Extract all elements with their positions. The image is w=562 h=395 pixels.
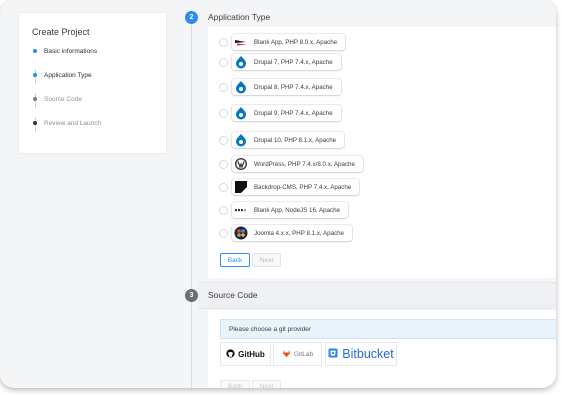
next-button[interactable]: Next [252,253,281,267]
radio-button[interactable] [219,228,228,238]
backdrop-icon [234,180,248,194]
app-option-button[interactable]: Blank App, PHP 8.0.x, Apache [232,34,346,50]
wordpress-icon [234,157,248,171]
app-option-label: Drupal 7, PHP 7.4.x, Apache [254,58,333,66]
steps-card: Create Project Basic informations Applic… [19,13,166,153]
app-option-drupal-7[interactable]: Drupal 7, PHP 7.4.x, Apache [219,54,341,70]
radio-button[interactable] [219,82,228,92]
step-dot [33,49,37,53]
app-option-label: WordPress, PHP 7.4.x/8.0.x, Apache [254,160,355,168]
app-option-button[interactable]: Backdrop-CMS, PHP 7.4.x, Apache [232,179,360,195]
app-option-button[interactable]: Drupal 7, PHP 7.4.x, Apache [232,54,341,70]
php-app-icon [234,35,248,49]
radio-button[interactable] [219,159,228,169]
app-option-drupal-8[interactable]: Drupal 8, PHP 7.4.x, Apache [219,79,341,95]
app-option-label: Blank App, NodeJS 16, Apache [254,206,340,214]
github-provider-button[interactable]: GitHub [220,342,271,366]
back-button[interactable]: Back [220,253,250,267]
joomla-icon [234,226,248,240]
bitbucket-provider-button[interactable]: Bitbucket [325,342,397,366]
app-option-wordpress[interactable]: WordPress, PHP 7.4.x/8.0.x, Apache [219,156,363,172]
gitlab-provider-button[interactable]: GitLab [273,342,322,366]
git-provider-prompt: Please choose a git provider [220,319,556,339]
app-option-label: Drupal 8, PHP 7.4.x, Apache [254,83,333,91]
application-type-title: Application Type [208,12,271,22]
app-option-blank-node[interactable]: Blank App, NodeJS 16, Apache [219,202,348,218]
app-option-label: Joomla 4.x.x, PHP 8.1.x, Apache [254,229,344,237]
step-label: Review and Launch [44,119,102,127]
app-option-button[interactable]: WordPress, PHP 7.4.x/8.0.x, Apache [232,156,363,172]
source-code-title: Source Code [208,290,258,300]
app-option-backdrop[interactable]: Backdrop-CMS, PHP 7.4.x, Apache [219,179,360,195]
app-option-blank-php[interactable]: Blank App, PHP 8.0.x, Apache [219,34,346,50]
step-review-and-launch[interactable]: Review and Launch [33,117,101,129]
step-basic-informations[interactable]: Basic informations [33,45,97,57]
app-option-label: Drupal 10, PHP 8.1.x, Apache [254,136,337,144]
drupal-icon [234,55,248,69]
app-option-label: Drupal 9, PHP 7.4.x, Apache [254,109,333,117]
app-option-drupal-10[interactable]: Drupal 10, PHP 8.1.x, Apache [219,132,345,148]
step-label: Application Type [44,71,92,79]
drupal-icon [234,80,248,94]
timeline-line [191,20,192,388]
step-number-badge: 2 [185,11,198,24]
step-dot [33,97,37,101]
app-option-button[interactable]: Joomla 4.x.x, PHP 8.1.x, Apache [232,225,352,241]
radio-button[interactable] [219,37,228,47]
radio-button[interactable] [219,135,228,145]
source-next-button[interactable]: Next [252,380,281,388]
drupal-icon [234,106,248,120]
app-option-joomla[interactable]: Joomla 4.x.x, PHP 8.1.x, Apache [219,225,352,241]
github-icon [226,345,235,363]
app-option-button[interactable]: Drupal 10, PHP 8.1.x, Apache [232,132,345,148]
app-window: Create Project Basic informations Applic… [0,0,556,388]
step-label: Basic informations [44,47,98,55]
step-dot [33,73,37,77]
app-option-label: Backdrop-CMS, PHP 7.4.x, Apache [254,183,352,191]
radio-button[interactable] [219,108,228,118]
step-source-code[interactable]: Source Code [33,93,82,105]
app-option-button[interactable]: Blank App, NodeJS 16, Apache [232,202,348,218]
gitlab-label: GitLab [293,350,314,358]
app-option-button[interactable]: Drupal 9, PHP 7.4.x, Apache [232,105,341,121]
step-dot [33,121,37,125]
step-application-type[interactable]: Application Type [33,69,92,81]
app-option-label: Blank App, PHP 8.0.x, Apache [254,38,338,46]
steps-title: Create Project [32,27,90,37]
app-option-drupal-9[interactable]: Drupal 9, PHP 7.4.x, Apache [219,105,341,121]
radio-button[interactable] [219,57,228,67]
bitbucket-label: Bitbucket [342,347,394,361]
source-back-button[interactable]: Back [220,380,250,388]
radio-button[interactable] [219,205,228,215]
app-option-button[interactable]: Drupal 8, PHP 7.4.x, Apache [232,79,341,95]
step-label: Source Code [44,95,82,103]
node-icon [234,203,248,217]
github-label: GitHub [238,349,265,359]
drupal-icon [234,133,248,147]
radio-button[interactable] [219,182,228,192]
bitbucket-icon [328,345,338,363]
gitlab-icon [282,345,291,363]
step-number-badge: 3 [185,289,198,302]
